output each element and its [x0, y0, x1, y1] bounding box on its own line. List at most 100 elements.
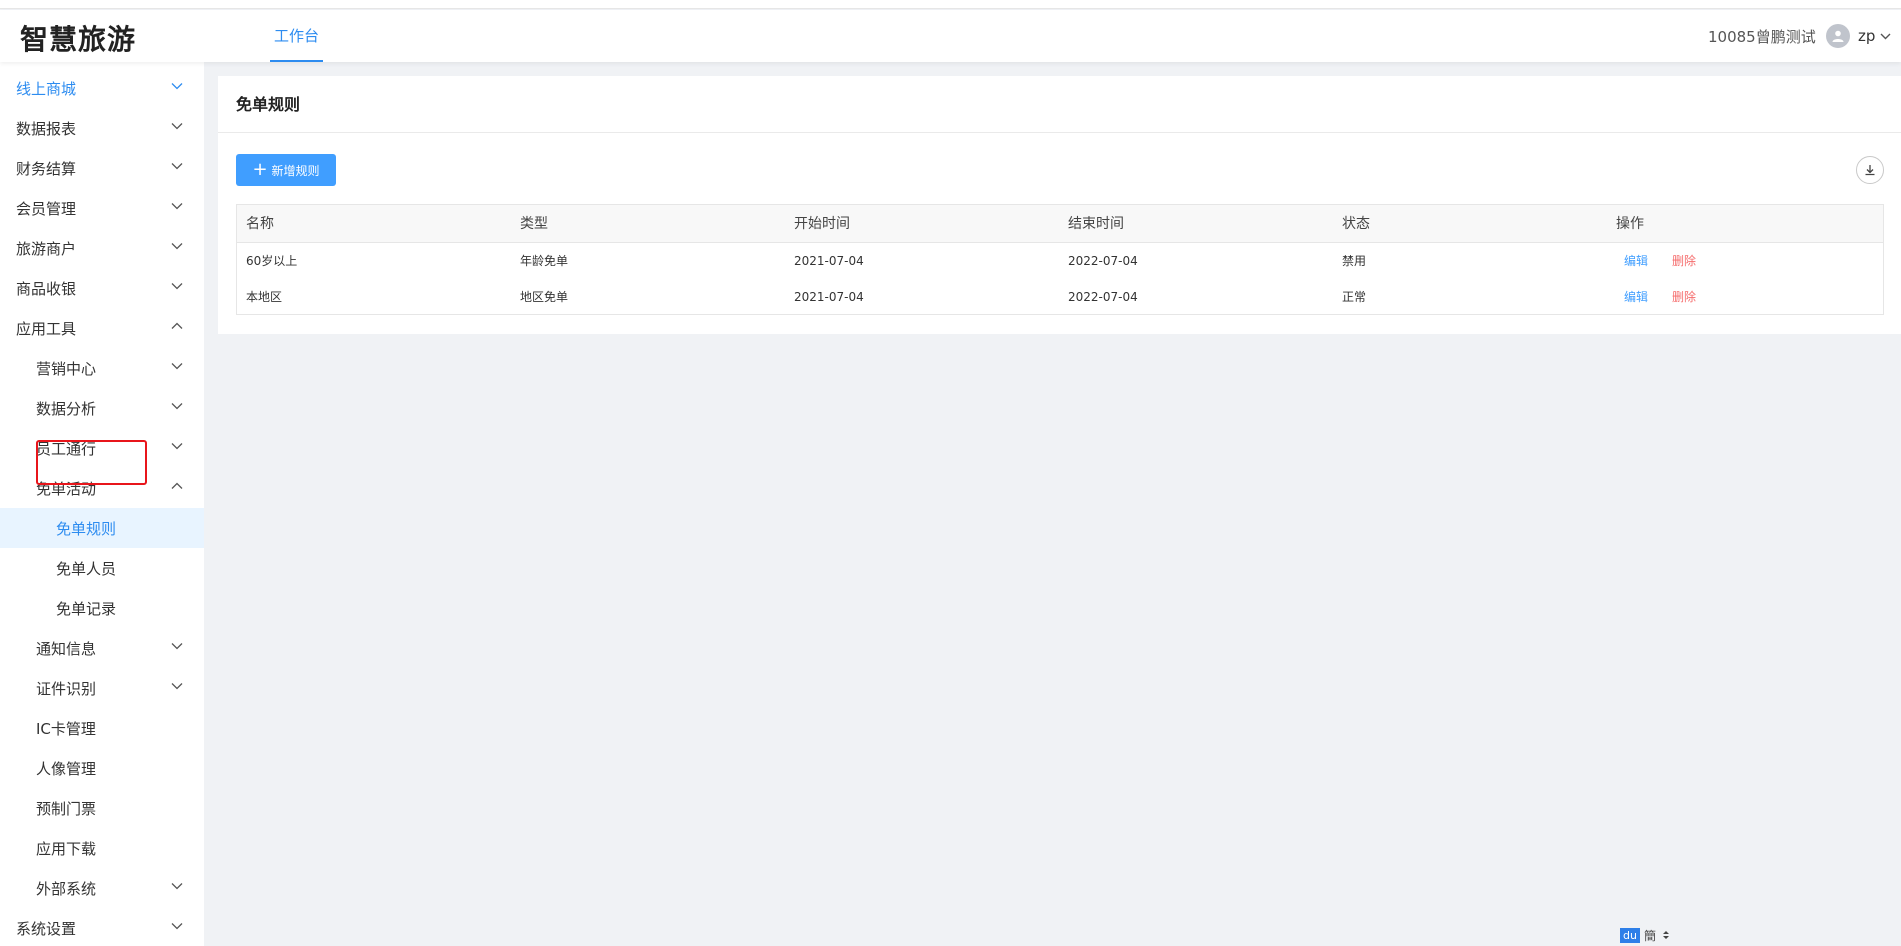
- cell-status: 正常: [1342, 290, 1367, 304]
- chevron-down-icon: [171, 243, 183, 250]
- column-header-end-time: 结束时间: [1068, 216, 1124, 232]
- chevron-down-icon: [171, 363, 183, 370]
- user-avatar-icon: [1826, 24, 1850, 48]
- sidebar-group-21[interactable]: 系统设置: [0, 908, 204, 946]
- sidebar-group-2[interactable]: 财务结算: [0, 148, 204, 188]
- chevron-down-icon: [1880, 33, 1891, 39]
- sidebar-item-label: 员工通行: [36, 439, 97, 458]
- cell-name: 60岁以上: [246, 254, 298, 268]
- cell-type: 年龄免单: [520, 254, 569, 268]
- chevron-up-icon: [171, 482, 183, 489]
- chevron-down-icon: [171, 643, 183, 650]
- sidebar-item-11[interactable]: 免单规则: [0, 508, 204, 548]
- sidebar-item-label: 免单活动: [36, 479, 97, 498]
- user-menu[interactable]: zp: [1826, 22, 1891, 50]
- sort-arrows-icon: [1662, 931, 1669, 939]
- sidebar-item-label: 预制门票: [36, 799, 97, 818]
- chevron-down-icon: [171, 403, 183, 410]
- input-method-widget[interactable]: du 簡: [1620, 927, 1671, 943]
- content-card: 免单规则 + 新增规则 名称 类型 开始时间 结束时间 状态 操作 60岁以上 …: [218, 76, 1901, 334]
- column-header-name: 名称: [246, 216, 274, 232]
- top-header: 智慧旅游 工作台 10085曾鹏测试 zp: [0, 10, 1901, 62]
- sidebar-item-label: 系统设置: [16, 919, 77, 938]
- organization-name: 10085曾鹏测试: [1708, 28, 1816, 46]
- sidebar-menu: 线上商城数据报表财务结算会员管理旅游商户商品收银应用工具营销中心数据分析员工通行…: [0, 62, 204, 946]
- widget-mode-label: 簡: [1643, 928, 1656, 943]
- sidebar-group-3[interactable]: 会员管理: [0, 188, 204, 228]
- add-rule-button[interactable]: + 新增规则: [236, 154, 336, 186]
- sidebar-group-5[interactable]: 商品收银: [0, 268, 204, 308]
- edit-link[interactable]: 编辑: [1624, 243, 1648, 279]
- sidebar-item-16[interactable]: IC卡管理: [0, 708, 204, 748]
- sidebar-item-17[interactable]: 人像管理: [0, 748, 204, 788]
- sidebar-group-20[interactable]: 外部系统: [0, 868, 204, 908]
- sidebar-item-label: 证件识别: [36, 679, 97, 698]
- sidebar-item-label: 免单记录: [56, 599, 117, 618]
- export-button[interactable]: [1856, 156, 1884, 184]
- chevron-down-icon: [171, 203, 183, 210]
- chevron-down-icon: [171, 923, 183, 930]
- column-header-type: 类型: [520, 216, 548, 232]
- sidebar-group-15[interactable]: 证件识别: [0, 668, 204, 708]
- sidebar-item-label: 财务结算: [16, 159, 77, 178]
- cell-end-time: 2022-07-04: [1068, 290, 1138, 304]
- chevron-down-icon: [171, 883, 183, 890]
- cell-start-time: 2021-07-04: [794, 290, 864, 304]
- sidebar-item-label: 旅游商户: [16, 239, 77, 258]
- tab-workbench[interactable]: 工作台: [270, 10, 324, 62]
- cell-name: 本地区: [246, 290, 283, 304]
- chevron-down-icon: [171, 123, 183, 130]
- window-top-strip: [0, 0, 1901, 9]
- sidebar-group-1[interactable]: 数据报表: [0, 108, 204, 148]
- page-title: 免单规则: [218, 76, 1901, 133]
- sidebar-group-14[interactable]: 通知信息: [0, 628, 204, 668]
- sidebar-item-label: IC卡管理: [36, 719, 96, 738]
- chevron-down-icon: [171, 83, 183, 90]
- sidebar-item-label: 免单规则: [56, 519, 117, 538]
- sidebar-item-label: 外部系统: [36, 879, 97, 898]
- du-badge: du: [1620, 927, 1640, 943]
- sidebar-group-0[interactable]: 线上商城: [0, 68, 204, 108]
- sidebar-item-label: 免单人员: [56, 559, 117, 578]
- sidebar-item-label: 应用下载: [36, 839, 97, 858]
- cell-status: 禁用: [1342, 254, 1367, 268]
- sidebar-group-4[interactable]: 旅游商户: [0, 228, 204, 268]
- sidebar-item-13[interactable]: 免单记录: [0, 588, 204, 628]
- cell-start-time: 2021-07-04: [794, 254, 864, 268]
- column-header-start-time: 开始时间: [794, 216, 850, 232]
- table-row: 本地区 地区免单 2021-07-04 2022-07-04 正常 编辑 删除: [237, 279, 1883, 315]
- add-rule-label: 新增规则: [271, 163, 320, 178]
- chevron-down-icon: [171, 683, 183, 690]
- delete-link[interactable]: 删除: [1672, 279, 1696, 315]
- user-name: zp: [1858, 27, 1876, 45]
- sidebar-item-label: 会员管理: [16, 199, 77, 218]
- app-logo: 智慧旅游: [20, 23, 137, 56]
- chevron-down-icon: [171, 443, 183, 450]
- sidebar-item-label: 营销中心: [36, 359, 97, 378]
- sidebar-item-label: 人像管理: [36, 759, 97, 778]
- sidebar-item-label: 数据分析: [36, 399, 97, 418]
- table-row: 60岁以上 年龄免单 2021-07-04 2022-07-04 禁用 编辑 删…: [237, 243, 1883, 279]
- chevron-down-icon: [171, 163, 183, 170]
- cell-end-time: 2022-07-04: [1068, 254, 1138, 268]
- sidebar-item-12[interactable]: 免单人员: [0, 548, 204, 588]
- column-header-actions: 操作: [1616, 216, 1644, 232]
- sidebar-group-7[interactable]: 营销中心: [0, 348, 204, 388]
- chevron-up-icon: [171, 322, 183, 329]
- sidebar-item-18[interactable]: 预制门票: [0, 788, 204, 828]
- rules-table: 名称 类型 开始时间 结束时间 状态 操作 60岁以上 年龄免单 2021-07…: [236, 204, 1884, 315]
- edit-link[interactable]: 编辑: [1624, 279, 1648, 315]
- delete-link[interactable]: 删除: [1672, 243, 1696, 279]
- chevron-down-icon: [171, 283, 183, 290]
- cell-type: 地区免单: [520, 290, 569, 304]
- sidebar-group-6[interactable]: 应用工具: [0, 308, 204, 348]
- sidebar-item-label: 通知信息: [36, 639, 97, 658]
- sidebar-group-8[interactable]: 数据分析: [0, 388, 204, 428]
- sidebar-item-label: 线上商城: [16, 79, 77, 98]
- sidebar-item-label: 应用工具: [16, 319, 77, 338]
- sidebar-group-9[interactable]: 员工通行: [0, 428, 204, 468]
- sidebar-group-10[interactable]: 免单活动: [0, 468, 204, 508]
- column-header-status: 状态: [1342, 216, 1370, 232]
- sidebar-item-19[interactable]: 应用下载: [0, 828, 204, 868]
- sidebar-item-label: 数据报表: [16, 119, 77, 138]
